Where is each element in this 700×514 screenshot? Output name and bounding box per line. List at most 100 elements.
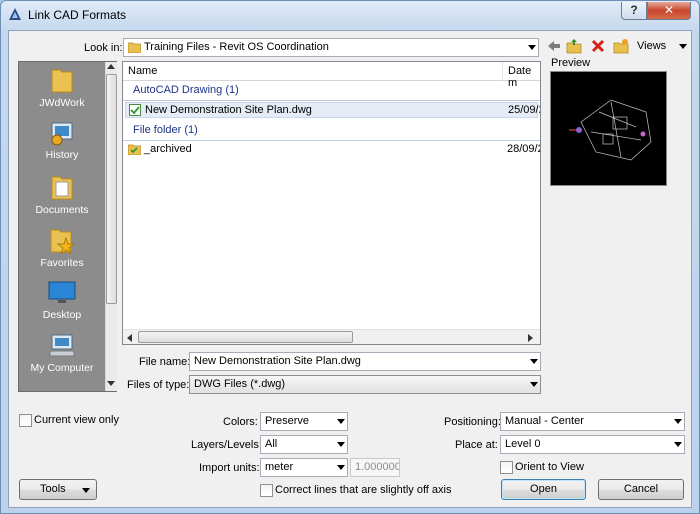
- positioning-label: Positioning:: [444, 416, 501, 428]
- place-desktop[interactable]: Desktop: [19, 280, 105, 321]
- scroll-thumb[interactable]: [106, 74, 117, 304]
- tools-button[interactable]: Tools: [19, 479, 97, 500]
- place-documents[interactable]: Documents: [19, 173, 105, 216]
- scroll-down-icon[interactable]: [107, 381, 115, 386]
- file-row[interactable]: New Demonstration Site Plan.dwg 25/09/2: [125, 102, 540, 118]
- tools-label: Tools: [40, 483, 66, 495]
- chevron-down-icon: [530, 359, 538, 364]
- folder-name: _archived: [144, 143, 192, 155]
- correct-lines-checkbox[interactable]: [260, 484, 273, 497]
- views-menu[interactable]: Views: [637, 40, 688, 52]
- place-at-value: Level 0: [505, 438, 541, 450]
- back-icon[interactable]: [546, 38, 562, 54]
- preview-image: [550, 71, 667, 186]
- up-folder-icon[interactable]: [566, 38, 582, 54]
- drawing-thumbnail: [569, 99, 652, 161]
- import-units-label: Import units:: [199, 462, 260, 474]
- file-name-input[interactable]: New Demonstration Site Plan.dwg: [189, 352, 541, 371]
- chevron-down-icon: [337, 419, 345, 424]
- layers-label: Layers/Levels:: [191, 439, 262, 451]
- chevron-down-icon: [82, 488, 90, 493]
- folder-icon: [128, 144, 141, 155]
- preview-label: Preview: [551, 57, 591, 69]
- delete-icon[interactable]: [590, 38, 606, 54]
- revit-app-icon: [9, 8, 21, 20]
- place-at-select[interactable]: Level 0: [500, 435, 685, 454]
- new-folder-icon[interactable]: [613, 38, 629, 54]
- file-name-label: File name:: [139, 356, 191, 368]
- folder-row[interactable]: _archived 28/09/2: [125, 142, 541, 158]
- scale-input: 1.000000: [350, 458, 400, 477]
- places-scrollbar[interactable]: [105, 62, 117, 391]
- scroll-up-icon[interactable]: [107, 64, 115, 69]
- correct-lines-label: Correct lines that are slightly off axis: [275, 484, 452, 496]
- place-label: My Computer: [30, 362, 94, 374]
- help-button[interactable]: ?: [621, 2, 647, 20]
- place-label: Desktop: [42, 309, 82, 321]
- file-type-label: Files of type:: [127, 379, 190, 391]
- scale-value: 1.000000: [355, 461, 400, 473]
- folder-date: 28/09/2: [507, 143, 541, 155]
- positioning-value: Manual - Center: [505, 415, 584, 427]
- documents-folder-icon: [51, 176, 73, 200]
- cancel-button[interactable]: Cancel: [598, 479, 684, 500]
- place-history[interactable]: History: [19, 120, 105, 161]
- place-label: History: [45, 149, 79, 161]
- layers-select[interactable]: All: [260, 435, 348, 454]
- place-at-label: Place at:: [455, 439, 498, 451]
- place-label: Favorites: [40, 257, 84, 269]
- chevron-down-icon: [674, 419, 682, 424]
- desktop-icon: [48, 281, 76, 303]
- place-label: Documents: [35, 204, 89, 216]
- chevron-down-icon: [674, 442, 682, 447]
- scroll-thumb[interactable]: [138, 331, 353, 343]
- colors-select[interactable]: Preserve: [260, 412, 348, 431]
- place-jwdwork[interactable]: JWdWork: [19, 66, 105, 109]
- open-button[interactable]: Open: [501, 479, 586, 500]
- current-view-only-checkbox[interactable]: [19, 414, 32, 427]
- group-divider: [123, 140, 540, 141]
- link-cad-formats-dialog: Link CAD Formats ? ✕ Look in: Training F…: [0, 0, 700, 514]
- favorites-folder-icon: [50, 229, 74, 254]
- file-name-value: New Demonstration Site Plan.dwg: [194, 355, 361, 367]
- computer-icon: [49, 334, 75, 357]
- file-name: New Demonstration Site Plan.dwg: [145, 104, 312, 116]
- views-label: Views: [637, 40, 667, 52]
- dwg-file-icon: [129, 104, 141, 116]
- chevron-down-icon: [530, 382, 538, 387]
- file-type-value: DWG Files (*.dwg): [194, 378, 286, 390]
- look-in-value: Training Files - Revit OS Coordination: [144, 41, 329, 53]
- orient-to-view-checkbox[interactable]: [500, 461, 513, 474]
- place-my-computer[interactable]: My Computer: [19, 333, 105, 374]
- column-header-name[interactable]: Name: [123, 62, 503, 81]
- places-bar: JWdWork History Documents Favorites Desk…: [18, 61, 117, 392]
- positioning-select[interactable]: Manual - Center: [500, 412, 685, 431]
- group-header[interactable]: File folder (1): [133, 124, 198, 136]
- group-divider: [123, 100, 540, 101]
- column-header-date[interactable]: Date m: [503, 62, 540, 89]
- place-favorites[interactable]: Favorites: [19, 226, 105, 269]
- folder-icon: [128, 42, 141, 53]
- chevron-down-icon: [679, 43, 688, 49]
- current-view-only-label: Current view only: [34, 414, 119, 426]
- file-type-select[interactable]: DWG Files (*.dwg): [189, 375, 541, 394]
- close-button[interactable]: ✕: [647, 2, 691, 20]
- group-header[interactable]: AutoCAD Drawing (1): [133, 84, 239, 96]
- window-title: Link CAD Formats: [28, 8, 127, 22]
- file-date: 25/09/2: [508, 104, 540, 116]
- orient-to-view-label: Orient to View: [515, 461, 584, 473]
- chevron-down-icon: [337, 442, 345, 447]
- dialog-body: Look in: Training Files - Revit OS Coord…: [8, 30, 692, 508]
- horizontal-scrollbar[interactable]: [123, 329, 540, 344]
- import-units-select[interactable]: meter: [260, 458, 348, 477]
- scroll-left-icon[interactable]: [127, 334, 132, 342]
- title-bar[interactable]: Link CAD Formats ? ✕: [1, 1, 699, 29]
- colors-value: Preserve: [265, 415, 310, 427]
- import-units-value: meter: [265, 461, 294, 473]
- folder-icon: [51, 69, 73, 93]
- look-in-combo[interactable]: Training Files - Revit OS Coordination: [123, 38, 539, 57]
- history-icon: [51, 122, 73, 146]
- look-in-label: Look in:: [84, 42, 123, 54]
- file-list[interactable]: Name Date m AutoCAD Drawing (1) New Demo…: [122, 61, 541, 345]
- scroll-right-icon[interactable]: [528, 334, 533, 342]
